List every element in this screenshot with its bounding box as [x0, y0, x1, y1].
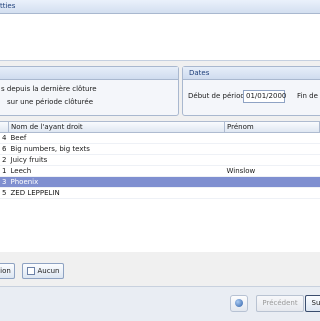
closure-option-since-last[interactable]: s depuis la dernière clôture — [1, 85, 97, 93]
end-date-label: Fin de p — [297, 92, 320, 100]
dates-title: Dates — [189, 69, 210, 77]
table-row[interactable]: 4 Beef — [0, 132, 320, 144]
start-date-input[interactable]: 01/01/2000 — [243, 90, 286, 103]
top-header: tties — [0, 0, 320, 14]
beneficiaries-table: Nom de l'ayant droit Prénom 4 Beef 6 Big… — [0, 121, 320, 252]
dates-group-header: Dates — [183, 67, 320, 80]
top-panel — [0, 14, 320, 61]
help-button[interactable] — [230, 295, 248, 312]
col-name-header[interactable]: Nom de l'ayant droit — [8, 122, 225, 133]
table-row[interactable]: 6 Big numbers, big texts — [0, 143, 320, 155]
select-all-button[interactable]: ion — [0, 263, 15, 279]
previous-button[interactable]: Précédent — [256, 295, 304, 312]
dates-group: Dates Début de période 01/01/2000 Fin de… — [182, 66, 320, 116]
table-row[interactable]: 1 Leech Winslow — [0, 165, 320, 177]
col-firstname-header[interactable]: Prénom — [224, 122, 320, 133]
help-globe-icon — [235, 299, 243, 307]
start-date-label: Début de période — [188, 92, 250, 100]
closure-group: s depuis la dernière clôture sur une pér… — [0, 66, 179, 116]
next-button[interactable]: Su — [305, 295, 320, 312]
table-header-row: Nom de l'ayant droit Prénom — [0, 122, 320, 133]
checkbox-icon — [26, 267, 35, 275]
closure-option-on-period[interactable]: sur une période clôturée — [1, 98, 93, 106]
closure-group-header — [0, 67, 178, 80]
table-row[interactable]: 2 Juicy fruits — [0, 154, 320, 166]
col-num-header[interactable] — [0, 122, 9, 133]
select-none-button[interactable]: Aucun — [22, 263, 64, 279]
header-title: tties — [0, 2, 16, 10]
table-row[interactable]: 5 ZED LEPPELIN — [0, 187, 320, 199]
table-row-selected[interactable]: 3 Phoenix — [0, 176, 320, 188]
